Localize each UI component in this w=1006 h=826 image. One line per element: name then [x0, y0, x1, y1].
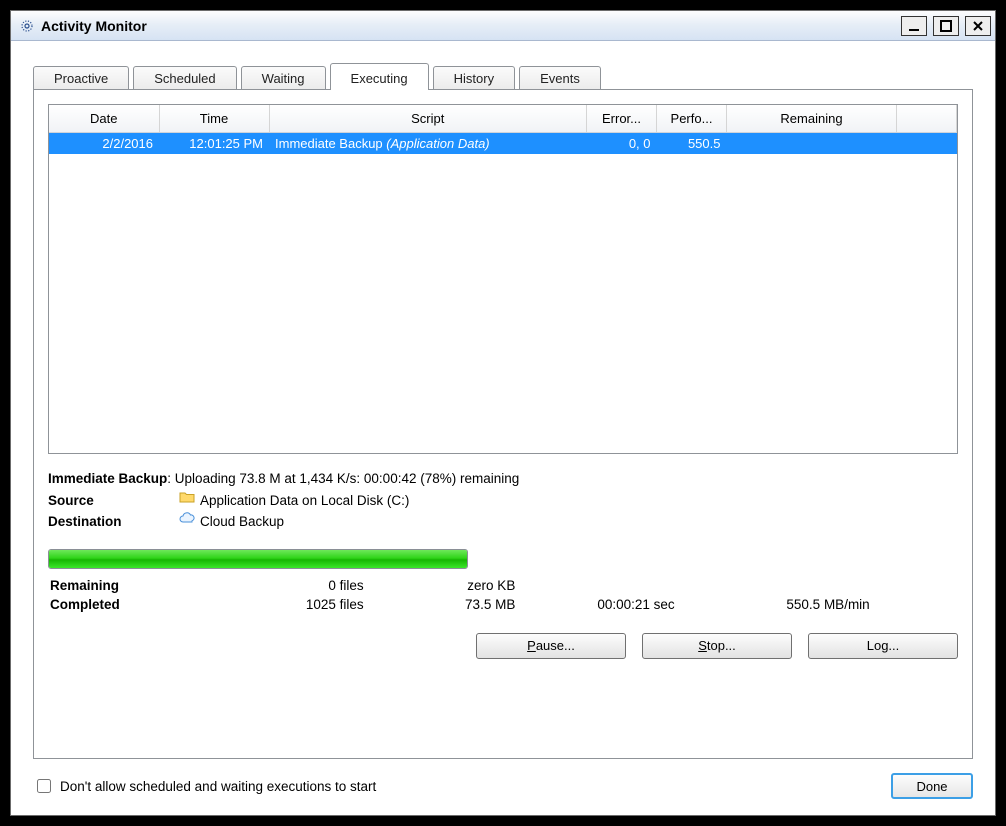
status-block: Immediate Backup: Uploading 73.8 M at 1,…	[48, 468, 958, 533]
tab-executing[interactable]: Executing	[330, 63, 429, 90]
grid-header-row: Date Time Script Error... Perfo... Remai…	[49, 105, 957, 133]
col-script[interactable]: Script	[269, 105, 587, 133]
status-headline-text: : Uploading 73.8 M at 1,434 K/s: 00:00:4…	[167, 471, 519, 486]
client-area: Proactive Scheduled Waiting Executing Hi…	[11, 41, 995, 815]
cell-script: Immediate Backup (Application Data)	[269, 133, 587, 155]
tab-scheduled[interactable]: Scheduled	[133, 66, 236, 90]
executions-grid[interactable]: Date Time Script Error... Perfo... Remai…	[48, 104, 958, 454]
dont-allow-checkbox[interactable]: Don't allow scheduled and waiting execut…	[33, 776, 376, 796]
progress-bar	[48, 549, 468, 569]
source-text: Application Data on Local Disk (C:)	[200, 490, 409, 512]
tab-history[interactable]: History	[433, 66, 515, 90]
gear-icon	[19, 18, 35, 34]
tab-waiting[interactable]: Waiting	[241, 66, 326, 90]
stats-completed-rate: 550.5 MB/min	[756, 596, 956, 613]
close-button[interactable]	[965, 16, 991, 36]
stop-button[interactable]: Stop...	[642, 633, 792, 659]
tab-strip: Proactive Scheduled Waiting Executing Hi…	[33, 59, 973, 89]
done-button[interactable]: Done	[891, 773, 973, 799]
source-label: Source	[48, 490, 178, 512]
cell-time: 12:01:25 PM	[159, 133, 269, 155]
tab-proactive[interactable]: Proactive	[33, 66, 129, 90]
activity-monitor-window: Activity Monitor Proactive Scheduled Wai…	[10, 10, 996, 816]
dont-allow-checkbox-input[interactable]	[37, 779, 51, 793]
stats-completed-label: Completed	[50, 596, 212, 613]
cell-errors: 0, 0	[587, 133, 657, 155]
folder-icon	[178, 490, 196, 512]
window-title: Activity Monitor	[41, 18, 147, 34]
col-time[interactable]: Time	[159, 105, 269, 133]
tab-events[interactable]: Events	[519, 66, 601, 90]
tab-panel-executing: Date Time Script Error... Perfo... Remai…	[33, 89, 973, 759]
action-button-row: Pause... Stop... Log...	[48, 633, 958, 659]
cell-script-detail: (Application Data)	[386, 136, 489, 151]
stats-remaining-size: zero KB	[416, 577, 566, 594]
stats-remaining-files: 0 files	[214, 577, 414, 594]
col-perfo[interactable]: Perfo...	[657, 105, 727, 133]
log-button[interactable]: Log...	[808, 633, 958, 659]
progress-fill	[49, 550, 467, 568]
titlebar: Activity Monitor	[11, 11, 995, 41]
cell-perfo: 550.5	[657, 133, 727, 155]
cell-remaining	[727, 133, 897, 155]
destination-label: Destination	[48, 511, 178, 533]
destination-text: Cloud Backup	[200, 511, 284, 533]
status-headline: Immediate Backup: Uploading 73.8 M at 1,…	[48, 468, 958, 490]
col-spacer	[897, 105, 957, 133]
grid-row[interactable]: 2/2/2016 12:01:25 PM Immediate Backup (A…	[49, 133, 957, 155]
stats-completed-files: 1025 files	[214, 596, 414, 613]
col-errors[interactable]: Error...	[587, 105, 657, 133]
status-headline-label: Immediate Backup	[48, 471, 167, 486]
cell-date: 2/2/2016	[49, 133, 159, 155]
pause-button[interactable]: Pause...	[476, 633, 626, 659]
stats-remaining-label: Remaining	[50, 577, 212, 594]
footer: Don't allow scheduled and waiting execut…	[33, 759, 973, 799]
maximize-button[interactable]	[933, 16, 959, 36]
stats-completed-size: 73.5 MB	[416, 596, 566, 613]
col-remaining[interactable]: Remaining	[727, 105, 897, 133]
minimize-button[interactable]	[901, 16, 927, 36]
cell-script-main: Immediate Backup	[275, 136, 383, 151]
stats-table: Remaining 0 files zero KB Completed 1025…	[48, 575, 958, 615]
cloud-icon	[178, 511, 196, 533]
col-date[interactable]: Date	[49, 105, 159, 133]
stats-completed-time: 00:00:21 sec	[567, 596, 754, 613]
